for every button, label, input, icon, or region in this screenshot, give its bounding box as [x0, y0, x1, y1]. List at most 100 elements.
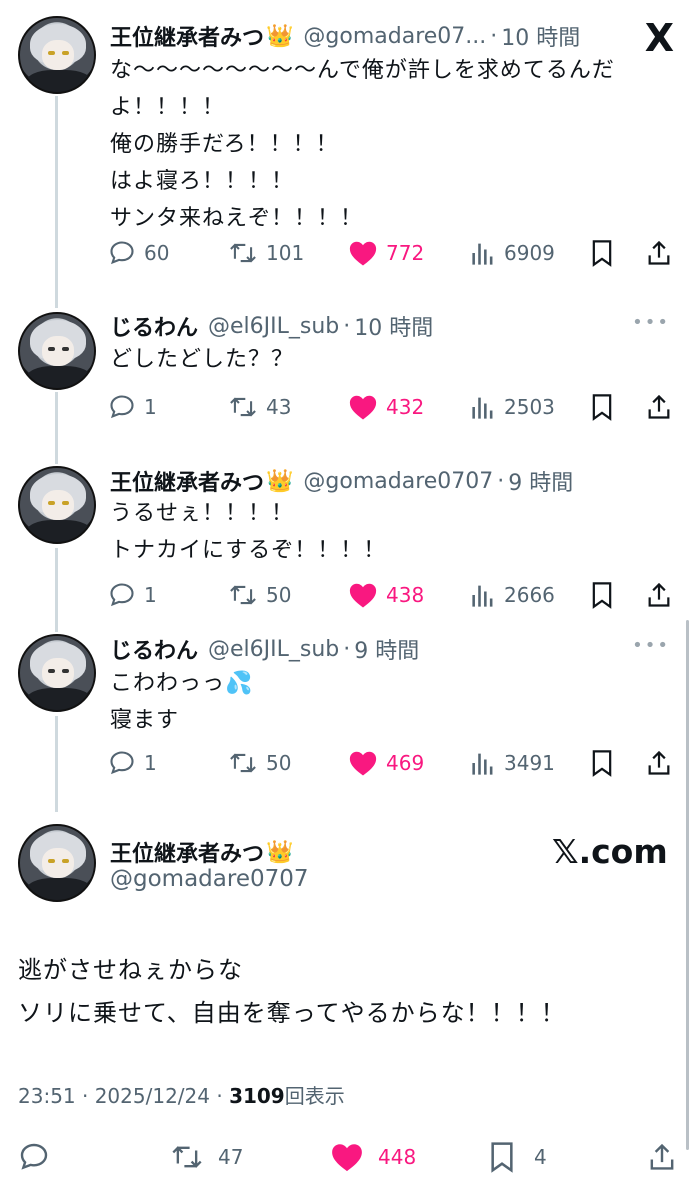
user-handle[interactable]: @gomadare0707 [303, 469, 493, 494]
main-tweet-text: 逃がさせねぇからな ソリに乗せて、自由を奪ってやるからな！！！！ [18, 956, 566, 1027]
user-handle[interactable]: @el6JIL_sub [208, 637, 339, 662]
thread-line [55, 716, 58, 812]
tweet-header: じるわん @el6JIL_sub · 9 時間 [110, 633, 419, 665]
bookmark-icon [592, 240, 612, 267]
retweet-icon [230, 753, 256, 773]
tweet-header: じるわん @el6JIL_sub · 10 時間 [110, 310, 433, 342]
main-tweet-actions: 47 448 4 [18, 1137, 678, 1177]
display-name[interactable]: 王位継承者みつ [110, 20, 264, 52]
display-name[interactable]: じるわん [110, 310, 198, 342]
tweet-actions: 1 50 469 3491 [108, 745, 678, 781]
crown-emoji: 👑 [266, 468, 294, 494]
crown-emoji: 👑 [266, 839, 294, 865]
share-button[interactable] [646, 389, 672, 425]
bookmark-button[interactable] [590, 389, 614, 425]
views-button[interactable]: 2503 [470, 389, 555, 425]
like-button[interactable]: 432 [348, 389, 424, 425]
crown-emoji: 👑 [266, 23, 294, 49]
reply-count: 1 [144, 395, 157, 419]
retweet-button[interactable]: 50 [228, 577, 291, 613]
user-handle[interactable]: @gomadare0707 [110, 866, 309, 892]
reply-button[interactable]: 1 [108, 745, 157, 781]
bookmark-button[interactable] [590, 745, 614, 781]
display-name[interactable]: じるわん [110, 633, 198, 665]
reply-button[interactable] [18, 1137, 50, 1177]
retweet-count: 50 [266, 751, 292, 775]
scrollbar[interactable] [686, 620, 689, 1150]
reply-count: 1 [144, 583, 157, 607]
share-button[interactable] [648, 1137, 676, 1177]
like-button[interactable]: 448 [330, 1137, 416, 1177]
view-count: 3109 [229, 1084, 285, 1108]
views-button[interactable]: 6909 [470, 235, 555, 271]
views-count: 3491 [504, 751, 555, 775]
reply-button[interactable]: 1 [108, 389, 157, 425]
share-icon [648, 582, 670, 607]
reply-icon [20, 1143, 48, 1170]
share-button[interactable] [646, 577, 672, 613]
views-icon [472, 243, 493, 265]
like-count: 448 [378, 1145, 417, 1169]
timestamp[interactable]: 9 時間 [508, 465, 573, 497]
tweet-actions: 1 43 432 2503 [108, 389, 678, 425]
share-button[interactable] [646, 745, 672, 781]
retweet-button[interactable]: 43 [228, 389, 291, 425]
timestamp[interactable]: 9 時間 [354, 633, 419, 665]
reply-icon [110, 751, 134, 775]
like-count: 432 [386, 395, 425, 419]
views-button[interactable]: 2666 [470, 577, 555, 613]
like-count: 438 [386, 583, 425, 607]
like-button[interactable]: 438 [348, 577, 424, 613]
reply-button[interactable]: 60 [108, 235, 169, 271]
bookmark-button[interactable] [590, 577, 614, 613]
views-count: 2666 [504, 583, 555, 607]
heart-icon [332, 1144, 362, 1172]
timestamp[interactable]: 10 時間 [354, 310, 433, 342]
tweet-header: 王位継承者みつ 👑 @gomadare0707 · 9 時間 [110, 465, 573, 497]
like-button[interactable]: 772 [348, 235, 424, 271]
share-button[interactable] [646, 235, 672, 271]
tweet-text: こわわっっ💦 寝ます [110, 671, 254, 733]
tweet-text: どしたどした？？ [110, 347, 295, 372]
retweet-button[interactable]: 50 [228, 745, 291, 781]
more-icon[interactable]: ••• [632, 312, 670, 333]
views-button[interactable]: 3491 [470, 745, 555, 781]
more-icon[interactable]: ••• [632, 635, 670, 656]
avatar[interactable] [18, 466, 96, 544]
thread-line [55, 392, 58, 464]
share-icon [648, 750, 670, 775]
retweet-button[interactable]: 47 [170, 1137, 243, 1177]
retweet-button[interactable]: 101 [228, 235, 304, 271]
tweet-text: な〜〜〜〜〜〜〜〜んで俺が許しを求めてるんだ よ！！！！ 俺の勝手だろ！！！！ … [110, 58, 615, 231]
views-icon [472, 753, 493, 775]
separator: · [343, 636, 351, 662]
post-time[interactable]: 23:51 · 2025/12/24 · [18, 1084, 229, 1108]
timestamp[interactable]: 10 時間 [501, 20, 580, 52]
bookmark-button[interactable] [590, 235, 614, 271]
avatar[interactable] [18, 634, 96, 712]
user-handle[interactable]: @el6JIL_sub [208, 314, 339, 339]
like-button[interactable]: 469 [348, 745, 424, 781]
display-name[interactable]: 王位継承者みつ [110, 465, 264, 497]
avatar[interactable] [18, 312, 96, 390]
views-count: 2503 [504, 395, 555, 419]
share-icon [650, 1143, 674, 1170]
avatar[interactable] [18, 16, 96, 94]
bookmark-count: 4 [534, 1145, 547, 1169]
tweet-actions: 1 50 438 2666 [108, 577, 678, 613]
reply-button[interactable]: 1 [108, 577, 157, 613]
reply-icon [110, 241, 134, 265]
share-icon [648, 240, 670, 265]
tweet-meta: 23:51 · 2025/12/24 · 3109回表示 [18, 1080, 345, 1109]
retweet-count: 43 [266, 395, 292, 419]
views-icon [472, 397, 493, 419]
views-icon [472, 585, 493, 607]
bookmark-button[interactable]: 4 [488, 1137, 547, 1177]
display-name[interactable]: 王位継承者みつ [110, 836, 264, 868]
like-count: 772 [386, 241, 425, 265]
x-logo-icon[interactable]: X [645, 16, 674, 60]
user-handle[interactable]: @gomadare07... [303, 24, 486, 49]
avatar[interactable] [18, 824, 96, 902]
separator: · [497, 468, 505, 494]
retweet-icon [230, 585, 256, 605]
